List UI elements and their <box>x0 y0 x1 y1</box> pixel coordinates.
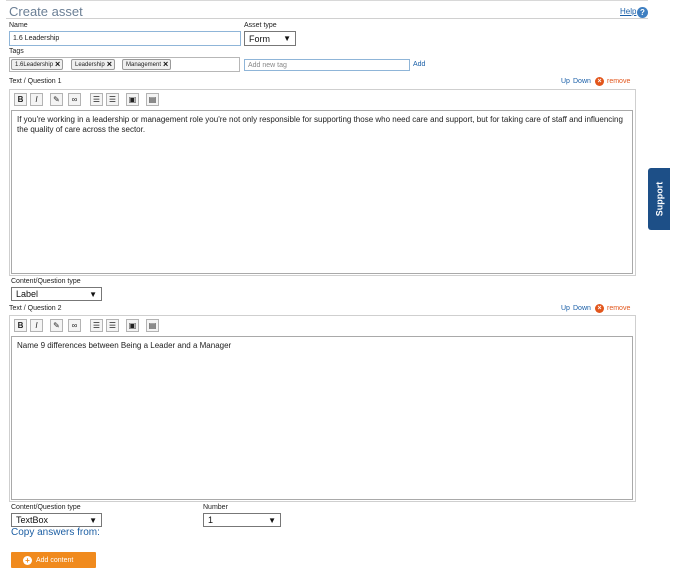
question-1-editor[interactable]: If you're working in a leadership or man… <box>11 110 633 274</box>
question-2-label: Text / Question 2 <box>9 305 62 312</box>
bullet-list-icon: ☰ <box>92 95 101 104</box>
plus-icon: + <box>23 555 32 565</box>
chevron-down-icon: ▼ <box>89 289 97 299</box>
new-tag-input[interactable]: Add new tag <box>244 59 410 71</box>
italic-button[interactable]: I <box>30 319 43 332</box>
bullet-list-button[interactable]: ☰ <box>90 93 103 106</box>
question-1-down-link[interactable]: Down <box>573 78 591 85</box>
close-icon[interactable]: × <box>107 60 112 69</box>
chevron-down-icon: ▼ <box>283 34 291 43</box>
asset-type-label: Asset type <box>244 22 277 29</box>
table-button[interactable]: ▤ <box>146 319 159 332</box>
link-button[interactable]: ∞ <box>68 93 81 106</box>
tag-label: 1.6Leadership <box>15 61 54 68</box>
tags-label: Tags <box>9 48 24 55</box>
italic-button[interactable]: I <box>30 93 43 106</box>
bullet-list-icon: ☰ <box>92 321 101 330</box>
question-2-editor[interactable]: Name 9 differences between Being a Leade… <box>11 336 633 500</box>
eraser-icon: ✎ <box>53 321 60 330</box>
image-button[interactable]: ▣ <box>126 93 139 106</box>
question-1-up-link[interactable]: Up <box>561 78 570 85</box>
tag-chip: 1.6Leadership × <box>11 59 64 70</box>
close-icon[interactable]: × <box>163 60 168 69</box>
question-2-toolbar: B I ✎ ∞ ☰ ☰ ▣ ▤ <box>9 317 634 335</box>
image-button[interactable]: ▣ <box>126 319 139 332</box>
help-link[interactable]: Help <box>620 7 636 16</box>
question-2-up-link[interactable]: Up <box>561 305 570 312</box>
link-button[interactable]: ∞ <box>68 319 81 332</box>
clear-format-button[interactable]: ✎ <box>50 319 63 332</box>
question-1-toolbar: B I ✎ ∞ ☰ ☰ ▣ ▤ <box>9 91 634 109</box>
image-icon: ▣ <box>128 321 137 330</box>
tags-field[interactable]: 1.6Leadership × Leadership × Management × <box>9 57 240 72</box>
image-icon: ▣ <box>128 95 137 104</box>
numbered-list-icon: ☰ <box>108 321 117 330</box>
support-tab-label: Support <box>654 181 664 217</box>
add-content-label: Add content <box>36 556 74 564</box>
table-icon: ▤ <box>148 95 157 104</box>
remove-icon[interactable]: × <box>595 77 604 86</box>
number-value: 1 <box>208 515 214 525</box>
number-select[interactable]: 1 ▼ <box>203 513 281 527</box>
numbered-list-button[interactable]: ☰ <box>106 319 119 332</box>
question-2-type-select[interactable]: TextBox ▼ <box>11 513 102 527</box>
asset-type-value: Form <box>249 33 270 44</box>
chevron-down-icon: ▼ <box>268 515 276 525</box>
tag-label: Management <box>126 61 162 68</box>
numbered-list-icon: ☰ <box>108 95 117 104</box>
question-1-type-select[interactable]: Label ▼ <box>11 287 102 301</box>
top-border <box>6 0 648 1</box>
question-1-type-label: Content/Question type <box>11 278 81 285</box>
page-title: Create asset <box>9 4 83 19</box>
add-tag-link[interactable]: Add <box>413 61 425 68</box>
name-input[interactable]: 1.6 Leadership <box>9 31 241 46</box>
tag-chip: Leadership × <box>71 59 115 70</box>
bold-button[interactable]: B <box>14 93 27 106</box>
chevron-down-icon: ▼ <box>89 515 97 525</box>
copy-answers-label: Copy answers from: <box>11 527 100 538</box>
question-2-type-label: Content/Question type <box>11 504 81 511</box>
tag-label: Leadership <box>75 61 105 68</box>
close-icon[interactable]: × <box>55 60 60 69</box>
question-1-label: Text / Question 1 <box>9 78 62 85</box>
bullet-list-button[interactable]: ☰ <box>90 319 103 332</box>
link-icon: ∞ <box>71 95 78 104</box>
question-1-remove-link[interactable]: remove <box>607 78 630 85</box>
table-icon: ▤ <box>148 321 157 330</box>
eraser-icon: ✎ <box>53 95 60 104</box>
number-label: Number <box>203 504 228 511</box>
table-button[interactable]: ▤ <box>146 93 159 106</box>
title-divider <box>6 18 648 19</box>
question-1-type-value: Label <box>16 289 39 299</box>
add-content-button[interactable]: + Add content <box>11 552 96 568</box>
remove-icon[interactable]: × <box>595 304 604 313</box>
numbered-list-button[interactable]: ☰ <box>106 93 119 106</box>
question-circle-icon[interactable]: ? <box>637 7 648 18</box>
asset-type-select[interactable]: Form ▼ <box>244 31 296 46</box>
bold-button[interactable]: B <box>14 319 27 332</box>
tag-chip: Management × <box>122 59 172 70</box>
support-tab[interactable]: Support <box>648 168 670 230</box>
name-label: Name <box>9 22 28 29</box>
link-icon: ∞ <box>71 321 78 330</box>
question-2-remove-link[interactable]: remove <box>607 305 630 312</box>
question-2-down-link[interactable]: Down <box>573 305 591 312</box>
clear-format-button[interactable]: ✎ <box>50 93 63 106</box>
question-2-type-value: TextBox <box>16 515 49 525</box>
